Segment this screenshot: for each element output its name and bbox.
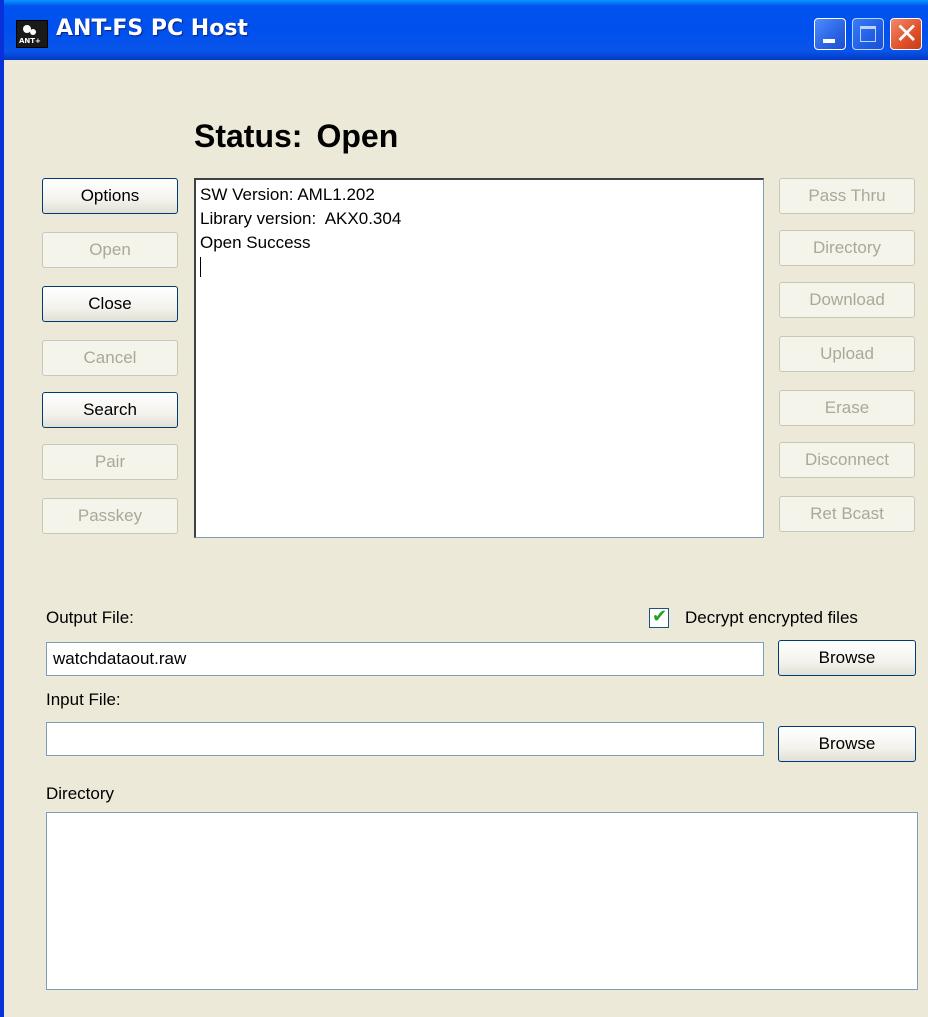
output-file-label: Output File: bbox=[46, 608, 134, 627]
disconnect-button[interactable]: Disconnect bbox=[779, 442, 915, 478]
log-line: Open Success bbox=[200, 233, 311, 252]
directory-button[interactable]: Directory bbox=[779, 230, 915, 266]
input-browse-label: Browse bbox=[818, 734, 876, 753]
log-line: Library version: AKX0.304 bbox=[200, 209, 402, 228]
upload-button[interactable]: Upload bbox=[779, 336, 915, 372]
erase-button[interactable]: Erase bbox=[779, 390, 915, 426]
pair-label: Pair bbox=[94, 452, 126, 471]
log-line: SW Version: AML1.202 bbox=[200, 185, 375, 204]
cancel-button[interactable]: Cancel bbox=[42, 340, 178, 376]
minimize-button[interactable] bbox=[814, 18, 846, 50]
input-file-input[interactable] bbox=[46, 722, 764, 756]
open-label: Open bbox=[89, 240, 131, 259]
window-title: ANT-FS PC Host bbox=[56, 16, 248, 41]
download-button[interactable]: Download bbox=[779, 282, 915, 318]
disconnect-label: Disconnect bbox=[804, 450, 890, 469]
log-textarea[interactable]: SW Version: AML1.202 Library version: AK… bbox=[194, 178, 764, 538]
search-label: Search bbox=[83, 400, 137, 419]
passkey-label: Passkey bbox=[77, 506, 143, 525]
ret-bcast-label: Ret Bcast bbox=[810, 504, 884, 523]
minimize-icon bbox=[823, 39, 835, 43]
erase-label: Erase bbox=[824, 398, 870, 417]
maximize-icon bbox=[860, 26, 876, 42]
input-browse-button[interactable]: Browse bbox=[778, 726, 916, 762]
maximize-button[interactable] bbox=[852, 18, 884, 50]
decrypt-checkbox[interactable]: ✔ bbox=[649, 606, 669, 628]
main-window: ANT+ ANT-FS PC Host ✕ Status: Open Option… bbox=[0, 0, 928, 1017]
ant-icon: ANT+ bbox=[16, 20, 48, 48]
download-label: Download bbox=[809, 290, 885, 309]
close-button[interactable]: Close bbox=[42, 286, 178, 322]
options-label: Options bbox=[80, 186, 140, 205]
pair-button[interactable]: Pair bbox=[42, 444, 178, 480]
close-label: Close bbox=[88, 294, 132, 313]
search-button[interactable]: Search bbox=[42, 392, 178, 428]
status-value: Open bbox=[316, 118, 399, 154]
directory-list-label: Directory bbox=[46, 784, 115, 803]
close-window-button[interactable]: ✕ bbox=[890, 18, 922, 50]
directory-label: Directory bbox=[812, 238, 881, 257]
title-bar[interactable]: ANT+ ANT-FS PC Host ✕ bbox=[4, 0, 928, 60]
directory-listbox[interactable] bbox=[46, 812, 918, 990]
check-icon: ✔ bbox=[652, 606, 668, 627]
text-caret bbox=[200, 257, 201, 277]
pass-thru-label: Pass Thru bbox=[808, 186, 886, 205]
ret-bcast-button[interactable]: Ret Bcast bbox=[779, 496, 915, 532]
options-button[interactable]: Options bbox=[42, 178, 178, 214]
input-file-label: Input File: bbox=[46, 690, 121, 709]
cancel-label: Cancel bbox=[83, 348, 137, 367]
status-label: Status: bbox=[194, 118, 303, 154]
pass-thru-button[interactable]: Pass Thru bbox=[779, 178, 915, 214]
decrypt-label: Decrypt encrypted files bbox=[685, 608, 858, 627]
output-file-input[interactable]: watchdataout.raw bbox=[46, 642, 764, 676]
close-icon: ✕ bbox=[895, 17, 919, 50]
upload-label: Upload bbox=[820, 344, 874, 363]
passkey-button[interactable]: Passkey bbox=[42, 498, 178, 534]
open-button[interactable]: Open bbox=[42, 232, 178, 268]
output-browse-label: Browse bbox=[818, 648, 876, 667]
status-heading: Status: Open bbox=[194, 118, 412, 155]
output-browse-button[interactable]: Browse bbox=[778, 640, 916, 676]
